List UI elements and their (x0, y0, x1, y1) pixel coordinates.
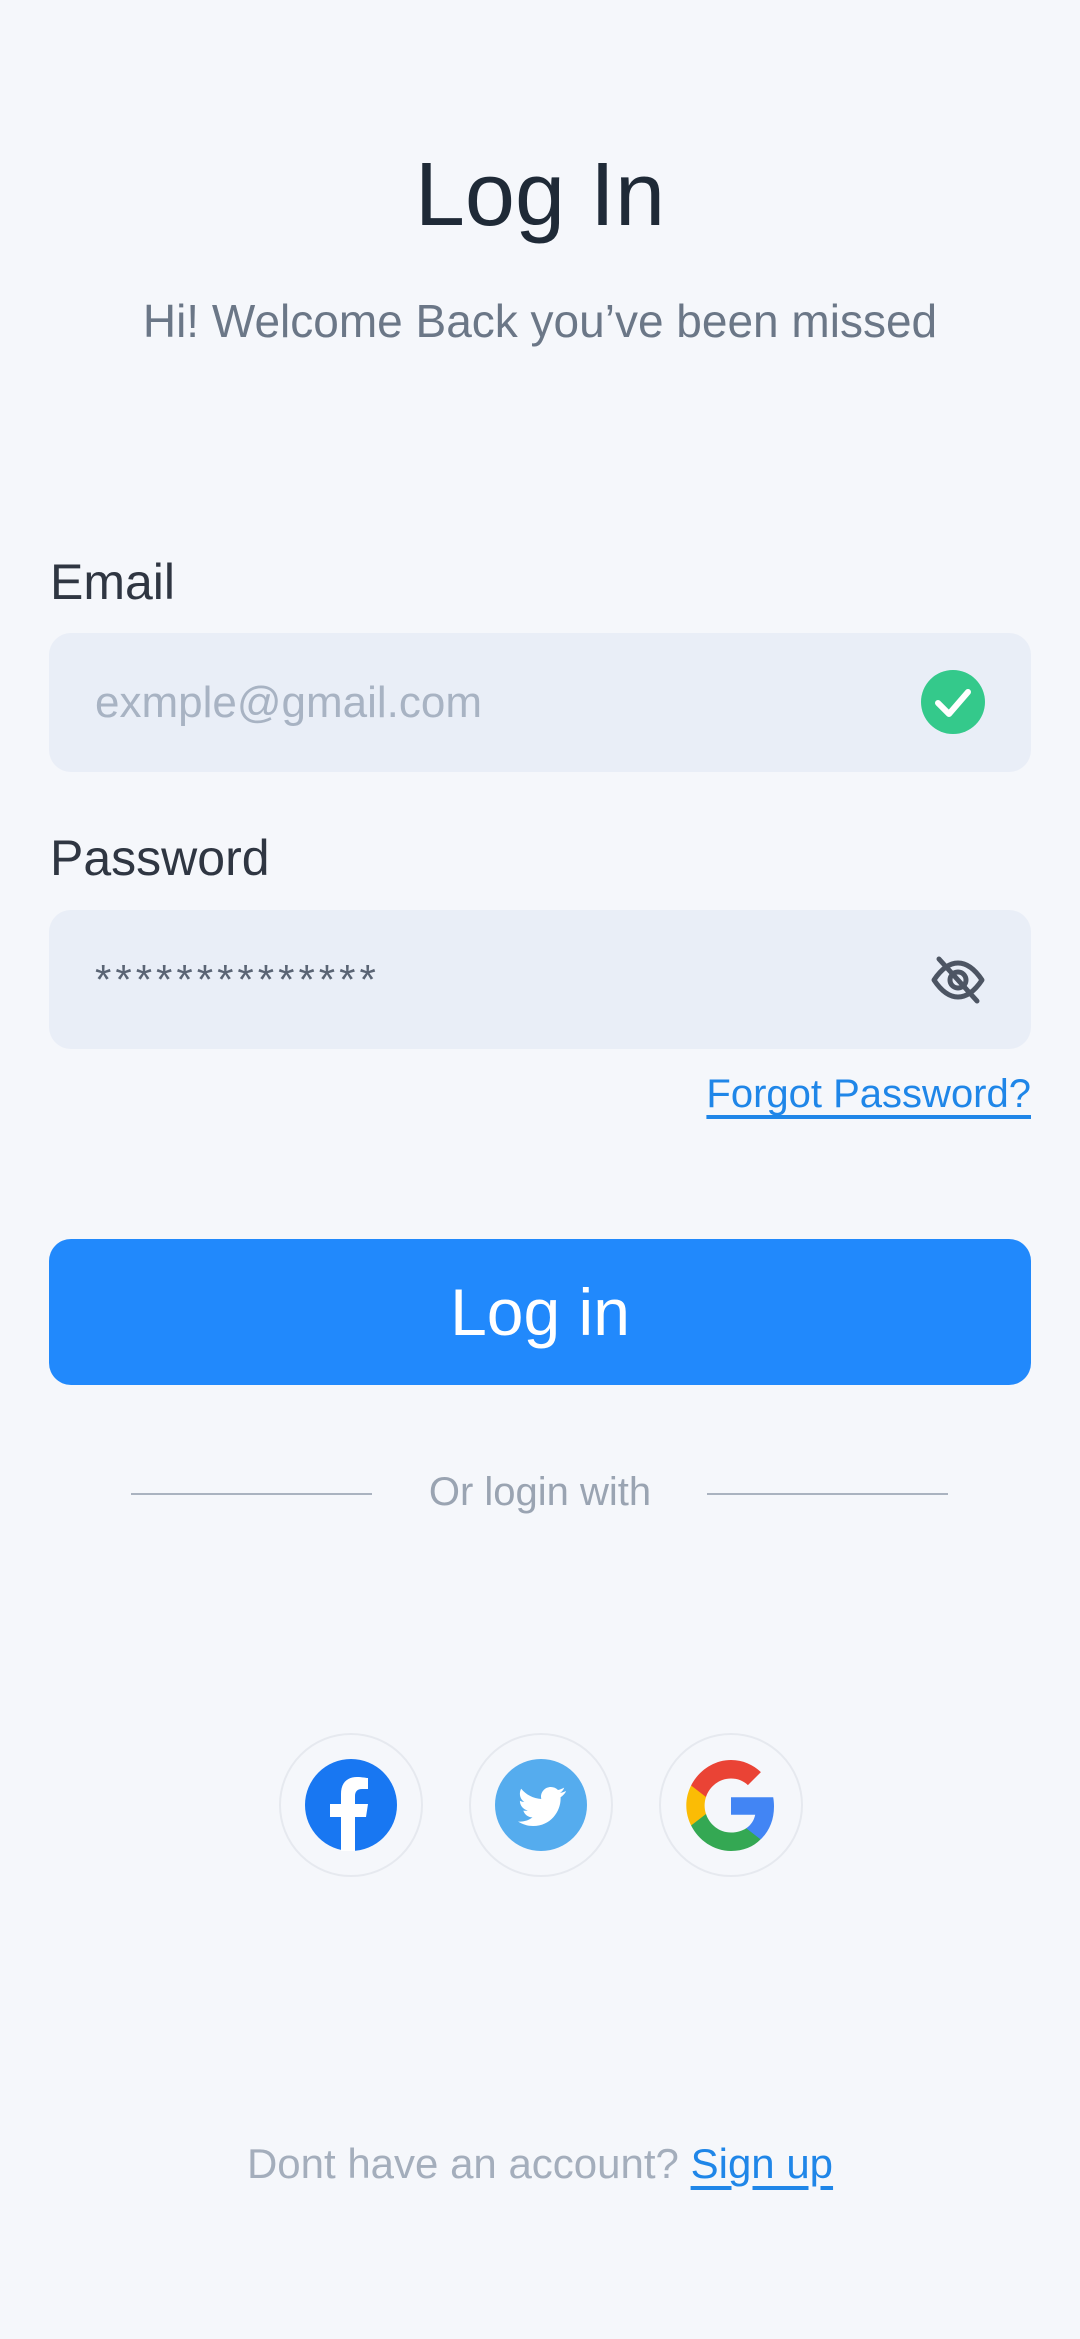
facebook-login-button[interactable] (279, 1733, 423, 1877)
twitter-icon (495, 1759, 587, 1851)
email-input[interactable]: exmple@gmail.com (95, 633, 482, 772)
check-circle-icon (921, 670, 985, 734)
email-label: Email (50, 554, 176, 610)
facebook-icon (305, 1759, 397, 1851)
social-divider: Or login with (0, 1470, 1080, 1518)
google-login-button[interactable] (659, 1733, 803, 1877)
divider-line-right (707, 1493, 948, 1495)
google-icon (686, 1760, 774, 1851)
login-button[interactable]: Log in (49, 1239, 1031, 1385)
email-field[interactable]: exmple@gmail.com (49, 633, 1031, 772)
password-label: Password (50, 830, 270, 886)
page-subtitle: Hi! Welcome Back you’ve been missed (142, 295, 938, 347)
twitter-login-button[interactable] (469, 1733, 613, 1877)
forgot-password-link[interactable]: Forgot Password? (706, 1072, 1031, 1117)
password-input[interactable]: ************** (95, 910, 380, 1049)
signup-link[interactable]: Sign up (691, 2140, 833, 2187)
password-field[interactable]: ************** (49, 910, 1031, 1049)
eye-off-icon[interactable] (929, 951, 987, 1009)
signup-prompt: Dont have an account? Sign up (0, 2140, 1080, 2188)
page-title: Log In (414, 145, 666, 245)
signup-prompt-text: Dont have an account? (246, 2140, 679, 2187)
